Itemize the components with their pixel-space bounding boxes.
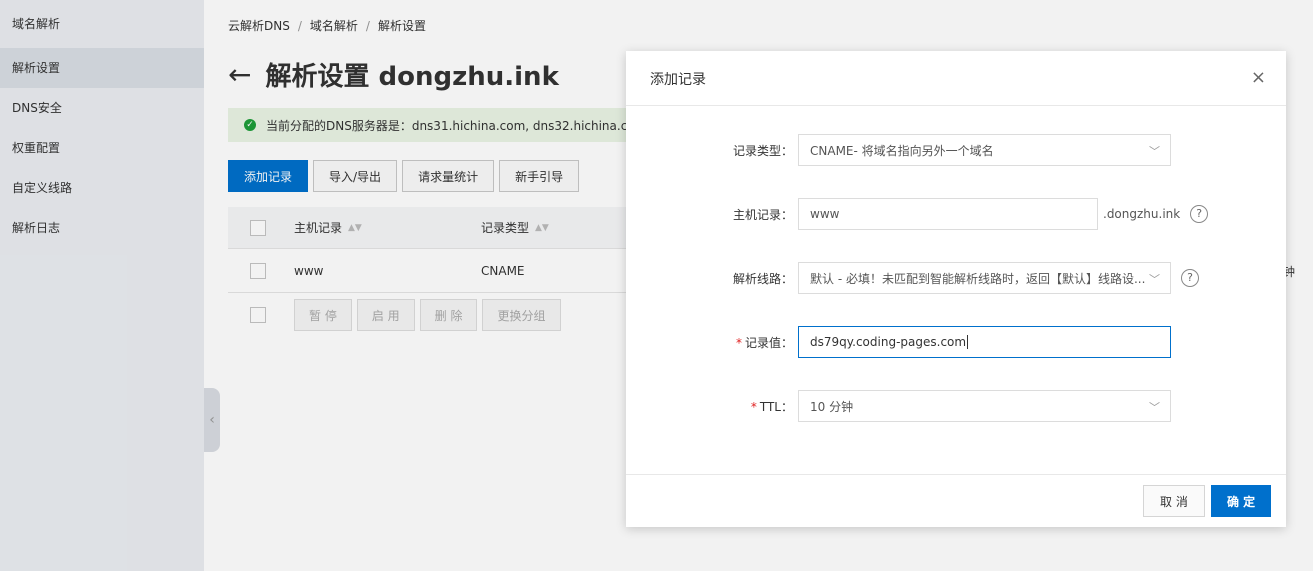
ttl-value: 10 分钟 [810, 399, 854, 414]
help-icon[interactable]: ? [1190, 205, 1209, 223]
required-mark: * [735, 335, 742, 350]
ttl-select[interactable]: 10 分钟 ﹀ [798, 390, 1171, 422]
record-type-row: 记录类型： CNAME- 将域名指向另外一个域名 ﹀ [626, 134, 1286, 166]
host-input[interactable]: www [798, 198, 1098, 230]
chevron-down-icon: ﹀ [1149, 145, 1160, 158]
chevron-down-icon: ﹀ [1149, 273, 1160, 286]
host-value: www [810, 207, 840, 221]
host-row: 主机记录： www .dongzhu.ink ? [626, 198, 1286, 230]
ttl-label: * TTL： [626, 398, 798, 415]
record-type-label: 记录类型： [732, 143, 793, 158]
record-value-row: * 记录值： ds79qy.coding-pages.com [626, 326, 1286, 358]
record-value-label-text: 记录值： [744, 335, 793, 350]
required-mark: * [750, 399, 757, 414]
dialog-title: 添加记录 [650, 72, 706, 88]
line-select[interactable]: 默认 - 必填！未匹配到智能解析线路时，返回【默认】线路设... ﹀ [798, 262, 1171, 294]
confirm-button[interactable]: 确 定 [1211, 485, 1272, 517]
ttl-row: * TTL： 10 分钟 ﹀ [626, 390, 1286, 422]
record-value-text: ds79qy.coding-pages.com [810, 335, 967, 349]
host-label: 主机记录： [732, 207, 793, 222]
help-icon[interactable]: ? [1181, 269, 1199, 287]
record-value-input[interactable]: ds79qy.coding-pages.com [798, 326, 1171, 358]
add-record-dialog: 添加记录 × 记录类型： CNAME- 将域名指向另外一个域名 ﹀ 主机记录： … [626, 51, 1286, 527]
dialog-footer: 取 消 确 定 [626, 474, 1286, 527]
chevron-down-icon: ﹀ [1149, 401, 1160, 414]
line-value: 默认 - 必填！未匹配到智能解析线路时，返回【默认】线路设... [810, 271, 1145, 286]
line-row: 解析线路： 默认 - 必填！未匹配到智能解析线路时，返回【默认】线路设... ﹀… [626, 262, 1286, 294]
line-label: 解析线路： [732, 271, 793, 286]
ttl-label-text: TTL： [759, 399, 793, 414]
record-value-label: * 记录值： [626, 334, 798, 351]
record-type-select[interactable]: CNAME- 将域名指向另外一个域名 ﹀ [798, 134, 1171, 166]
record-type-value: CNAME- 将域名指向另外一个域名 [810, 143, 994, 158]
text-caret [967, 335, 969, 349]
cancel-button[interactable]: 取 消 [1143, 485, 1205, 517]
domain-suffix: .dongzhu.ink [1103, 207, 1181, 221]
close-icon[interactable]: × [1251, 67, 1266, 88]
dialog-header: 添加记录 × [626, 51, 1286, 106]
